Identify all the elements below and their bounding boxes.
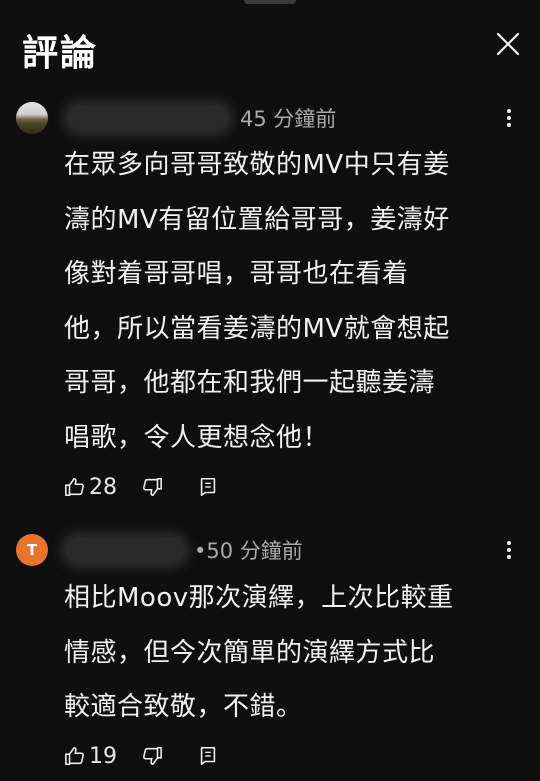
comment-timestamp: •50 分鐘前 bbox=[194, 539, 303, 563]
dislike-button[interactable] bbox=[141, 745, 163, 767]
like-count: 28 bbox=[89, 474, 117, 500]
like-button[interactable] bbox=[64, 745, 86, 767]
more-options-button[interactable] bbox=[497, 102, 521, 134]
comment-meta: 45 分鐘前 bbox=[60, 102, 336, 134]
comment-text: 相比Moov那次演繹，上次比較重 情感，但今次簡單的演繹方式比 較適合致敬，不錯… bbox=[64, 583, 454, 722]
avatar-letter: T bbox=[26, 541, 38, 559]
thumbs-up-icon bbox=[65, 746, 84, 766]
reply-button[interactable] bbox=[197, 745, 219, 767]
panel-header: 評論 bbox=[0, 0, 540, 88]
thumbs-up-icon bbox=[65, 477, 84, 497]
thumbs-down-icon bbox=[143, 746, 162, 766]
dislike-button[interactable] bbox=[141, 476, 163, 498]
reply-icon bbox=[200, 746, 216, 766]
author-name-redacted[interactable] bbox=[66, 537, 184, 563]
avatar[interactable] bbox=[16, 102, 48, 134]
like-button[interactable] bbox=[64, 476, 86, 498]
panel-title: 評論 bbox=[22, 33, 99, 74]
comment-timestamp: 45 分鐘前 bbox=[240, 107, 337, 131]
more-options-button[interactable] bbox=[497, 534, 521, 566]
comment-text: 在眾多向哥哥致敬的MV中只有姜 濤的MV有留位置給哥哥，姜濤好 像對着哥哥唱，哥… bbox=[64, 150, 450, 453]
comment-meta: •50 分鐘前 bbox=[60, 534, 303, 566]
reply-button[interactable] bbox=[197, 476, 219, 498]
close-button[interactable] bbox=[490, 26, 526, 62]
more-vertical-icon bbox=[507, 541, 511, 559]
comment-actions: 19 bbox=[64, 739, 219, 773]
author-name-redacted[interactable] bbox=[68, 105, 228, 131]
like-count: 19 bbox=[89, 743, 117, 769]
more-vertical-icon bbox=[507, 109, 511, 127]
close-icon bbox=[496, 32, 520, 56]
comment-actions: 28 bbox=[64, 470, 219, 504]
comments-panel: 評論 45 分鐘前 在眾多向哥哥致敬的MV中只有姜 濤的MV有留位置給哥哥，姜濤… bbox=[0, 0, 540, 781]
avatar[interactable]: T bbox=[16, 534, 48, 566]
thumbs-down-icon bbox=[143, 477, 162, 497]
reply-icon bbox=[200, 477, 216, 497]
